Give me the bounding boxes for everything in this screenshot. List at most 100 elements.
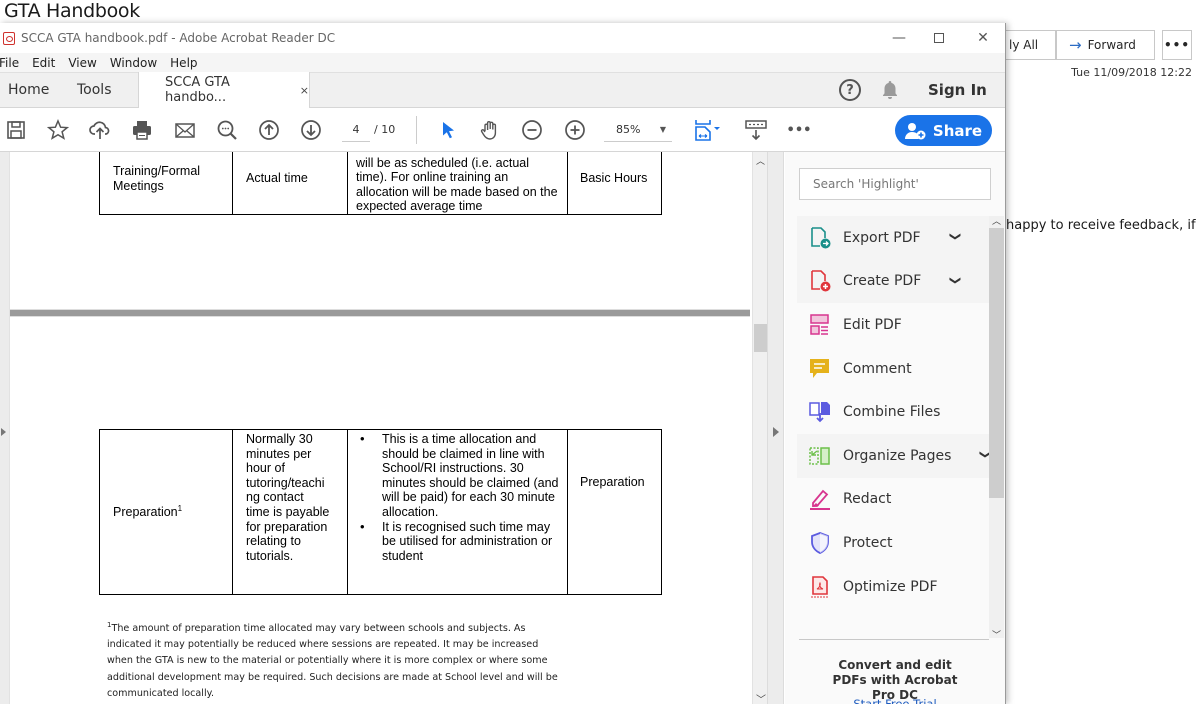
close-window-button[interactable]: ✕ [962,23,1004,53]
chevron-down-icon[interactable]: ❯ [949,275,962,284]
email-subject-title: GTA Handbook [4,0,140,22]
menu-window[interactable]: Window [110,56,157,70]
cell-activity: Training/Formal Meetings [99,152,233,215]
upload-cloud-icon[interactable] [89,119,111,141]
tools-scrollbar-thumb[interactable] [989,228,1004,498]
cell-details: will be as scheduled (i.e. actual time).… [347,152,568,215]
tab-tools[interactable]: Tools [77,82,112,98]
footnote-text: The amount of preparation time allocated… [107,623,558,699]
comment-icon [810,358,829,378]
hand-tool-icon[interactable] [479,119,501,141]
tool-optimize-pdf[interactable]: Optimize PDF [797,565,990,609]
tool-create-pdf[interactable]: Create PDF ❯ [797,259,990,304]
minimize-button[interactable]: — [878,23,920,53]
bullet-item: This is a time allocation and should be … [356,432,559,520]
tool-edit-pdf[interactable]: Edit PDF [797,303,990,347]
export-pdf-icon [811,226,831,249]
tool-organize-pages[interactable]: Organize Pages ❯ [797,433,992,478]
email-icon[interactable] [174,119,196,141]
tool-label: Create PDF [843,273,922,290]
scroll-up-icon[interactable]: ︿ [992,214,1001,227]
details-bullet-list: This is a time allocation and should be … [356,432,559,563]
create-pdf-icon [811,270,831,292]
cell-category: Preparation [567,429,662,595]
bookmark-star-icon[interactable] [47,119,69,141]
sign-in-button[interactable]: Sign In [928,81,987,99]
tools-search-input[interactable]: Search 'Highlight' [799,168,991,200]
combine-files-icon [809,402,830,423]
tool-label: Optimize PDF [843,578,938,595]
tool-combine-files[interactable]: Combine Files [797,390,990,434]
payable-line: ng contact [246,490,304,505]
footnote-ref: 1 [177,503,183,513]
redact-icon [810,490,830,511]
menu-view[interactable]: View [68,56,96,70]
document-scrollbar[interactable]: ︿ ﹀ [752,152,767,704]
tools-pane: Search 'Highlight' Export PDF ❯ Create P… [785,152,1005,704]
scroll-mode-icon[interactable] [745,119,767,141]
zoom-out-icon[interactable] [521,119,543,141]
zoom-level-select[interactable]: 85% ▼ [604,118,672,142]
payable-line: Normally 30 [246,432,313,446]
cell-payable: Actual time [232,152,348,215]
start-free-trial-link[interactable]: Start Free Trial [785,697,1005,704]
tab-document-label: SCCA GTA handbo... [165,75,230,105]
email-body-text: happy to receive feedback, if [1006,218,1196,233]
page-up-icon[interactable] [258,119,280,141]
tools-list: Export PDF ❯ Create PDF ❯ Edit PDF Comme… [797,216,992,609]
maximize-button[interactable] [918,23,960,53]
close-tab-icon[interactable]: × [300,84,309,97]
tools-pane-toggle[interactable] [767,152,784,704]
collapse-pane-icon [773,427,779,437]
fit-page-icon[interactable] [694,119,724,141]
bullet-item: It is recognised such time may be utilis… [356,520,559,564]
toolbar: 4 / 10 85% ▼ ••• Share [0,108,1005,152]
search-zoom-icon[interactable] [216,119,238,141]
cell-category: Basic Hours [567,152,662,215]
notification-bell-icon[interactable] [881,80,899,100]
page-separator [10,309,750,317]
chevron-down-icon[interactable]: ❯ [949,232,962,241]
tab-home[interactable]: Home [8,82,49,98]
save-icon[interactable] [5,119,27,141]
organize-pages-icon [809,447,830,465]
tab-bar: Home Tools SCCA GTA handbo... × ? Sign I… [0,72,1005,108]
tools-scrollbar[interactable]: ︿ ﹀ [989,214,1004,641]
left-panel-toggle[interactable] [0,152,10,704]
menu-file[interactable]: File [0,56,19,70]
document-viewer[interactable]: Training/Formal Meetings Actual time wil… [0,152,752,704]
scroll-down-icon[interactable]: ﹀ [756,691,766,704]
protect-icon [811,531,829,554]
more-tools-icon[interactable]: ••• [787,119,812,141]
tab-document[interactable]: SCCA GTA handbo... × [138,72,310,108]
tool-comment[interactable]: Comment [797,347,990,391]
help-icon[interactable]: ? [839,79,861,101]
share-button[interactable]: Share [895,115,992,146]
email-more-button[interactable]: ••• [1162,30,1192,60]
tool-label: Combine Files [843,404,941,421]
scroll-up-icon[interactable]: ︿ [756,154,765,167]
tool-export-pdf[interactable]: Export PDF ❯ [797,216,990,260]
menu-edit[interactable]: Edit [32,56,55,70]
zoom-in-icon[interactable] [564,119,586,141]
payable-line: tutorials. [246,548,294,563]
print-icon[interactable] [131,119,153,141]
zoom-level-value: 85% [616,123,641,136]
optimize-pdf-icon [811,575,829,598]
page-down-icon[interactable] [300,119,322,141]
page-number-input[interactable]: 4 [342,118,370,142]
expand-left-icon [1,428,6,436]
tool-redact[interactable]: Redact [797,478,990,522]
payable-line: tutoring/teachi [246,475,325,490]
forward-button[interactable]: → Forward [1056,30,1155,60]
scrollbar-thumb[interactable] [754,324,767,352]
cell-details: This is a time allocation and should be … [347,429,568,595]
cell-payable: Normally 30 minutes per hour of tutoring… [232,429,348,595]
select-cursor-icon[interactable] [437,119,459,141]
add-person-icon [904,122,926,139]
acrobat-app-icon [3,31,15,45]
menu-help[interactable]: Help [170,56,197,70]
scroll-down-icon[interactable]: ﹀ [992,628,1001,641]
tool-protect[interactable]: Protect [797,521,990,565]
title-bar: SCCA GTA handbook.pdf - Adobe Acrobat Re… [0,23,1005,53]
